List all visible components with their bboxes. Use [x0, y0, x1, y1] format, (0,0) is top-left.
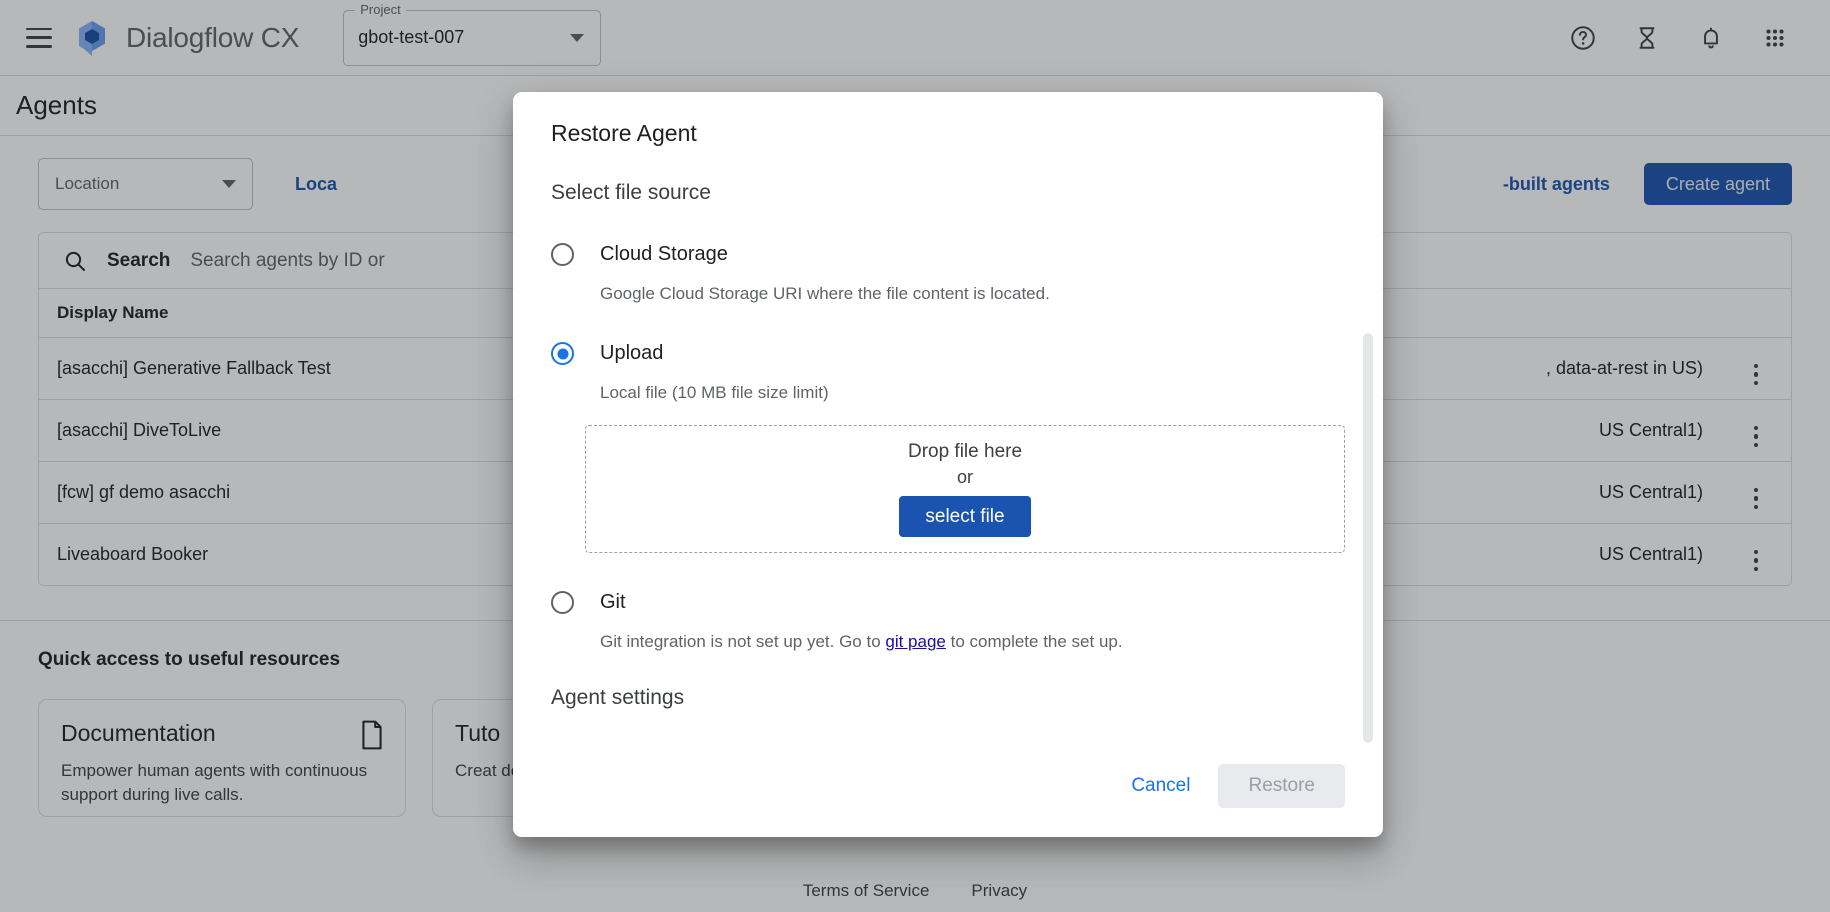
select-file-source-heading: Select file source: [551, 181, 1345, 205]
git-help-prefix: Git integration is not set up yet. Go to: [600, 632, 885, 651]
restore-button: Restore: [1218, 764, 1345, 808]
git-help-suffix: to complete the set up.: [946, 632, 1123, 651]
radio-option-cloud-storage[interactable]: Cloud Storage: [551, 243, 1345, 266]
restore-agent-dialog: Restore Agent Select file source Cloud S…: [513, 92, 1383, 837]
radio-option-upload[interactable]: Upload: [551, 342, 1345, 365]
dialog-title: Restore Agent: [513, 92, 1383, 157]
dialog-scrollbar[interactable]: [1363, 333, 1373, 743]
radio-cloud-storage-icon[interactable]: [551, 243, 574, 266]
radio-git-icon[interactable]: [551, 591, 574, 614]
cancel-button[interactable]: Cancel: [1113, 765, 1208, 807]
radio-label-git: Git: [600, 591, 626, 614]
radio-option-git[interactable]: Git: [551, 591, 1345, 614]
dialog-footer: Cancel Restore: [513, 745, 1383, 837]
radio-label-cloud-storage: Cloud Storage: [600, 243, 728, 266]
git-help-text: Git integration is not set up yet. Go to…: [600, 632, 1345, 652]
radio-upload-icon[interactable]: [551, 342, 574, 365]
file-dropzone[interactable]: Drop file here or select file: [585, 425, 1345, 553]
select-file-button[interactable]: select file: [899, 496, 1030, 537]
cloud-storage-help-text: Google Cloud Storage URI where the file …: [600, 284, 1345, 304]
upload-help-text: Local file (10 MB file size limit): [600, 383, 1345, 403]
dropzone-drop-text: Drop file here: [908, 441, 1022, 463]
dropzone-or-text: or: [957, 467, 973, 488]
radio-label-upload: Upload: [600, 342, 663, 365]
agent-settings-heading: Agent settings: [551, 686, 1345, 710]
dialog-body: Select file source Cloud Storage Google …: [513, 157, 1383, 745]
git-page-link[interactable]: git page: [885, 632, 946, 651]
